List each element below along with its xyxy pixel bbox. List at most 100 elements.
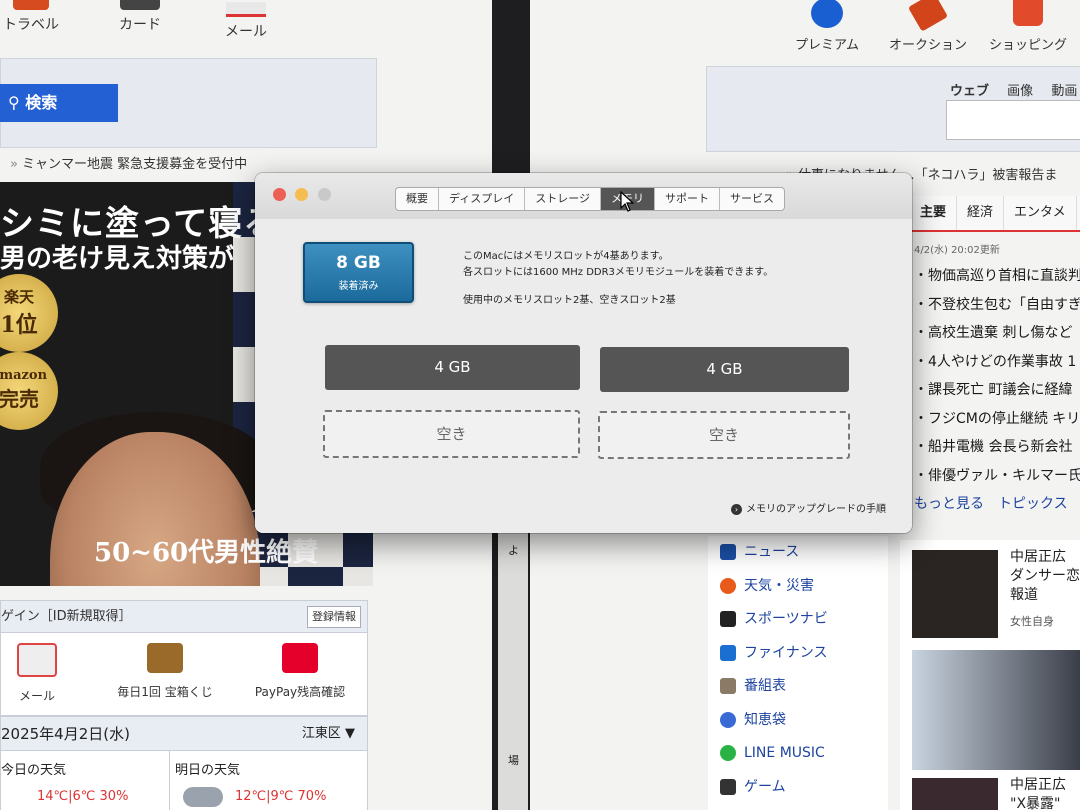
search-input[interactable] [946,100,1080,140]
premium-icon [811,0,843,28]
about-this-mac-window: 概要 ディスプレイ ストレージ メモリ サポート サービス 8 GB 装着済み … [255,173,912,533]
story-thumbnail[interactable] [912,650,1080,770]
about-tabs: 概要 ディスプレイ ストレージ メモリ サポート サービス [395,187,786,211]
service-finance[interactable]: ファイナンス [708,637,888,671]
service-news[interactable]: ニュース [708,536,888,570]
weather-icon [720,577,736,594]
search-tab-video[interactable]: 動画 [1051,84,1077,99]
memory-installed-badge: 8 GB 装着済み [303,242,414,303]
topic-item[interactable]: ・フジCMの停止継続 キリ [914,405,1080,434]
story-thumbnail[interactable] [912,778,998,810]
topic-item[interactable]: ・高校生遺棄 刺し傷など [914,319,1080,348]
ad-subheadline: 男の老け見え対策が [0,244,235,274]
topic-item[interactable]: ・不登校生包む「自由すぎ [914,291,1080,320]
rain-cloud-icon [183,787,223,807]
zoom-button[interactable] [318,188,331,201]
finance-icon [720,644,736,661]
background-window-edge: よ 場 [498,520,528,810]
service-list: ニュース 天気・災害 スポーツナビ ファイナンス 番組表 知恵袋 LINE MU… [708,536,888,810]
search-button[interactable]: ⚲ 検索 [0,84,118,122]
topics-tabs: 主要 経済 エンタメ [910,196,1080,232]
service-tv-guide[interactable]: 番組表 [708,670,888,704]
memory-status: 装着済み [338,281,379,292]
treasure-chest-icon [147,643,183,673]
tab-overview[interactable]: 概要 [396,188,439,210]
memory-slot-2: 4 GB [600,347,849,392]
more-topics-link[interactable]: もっと見る トピックス [914,490,1080,519]
arrow-right-circle-icon: › [731,503,742,515]
weather-panel[interactable]: 今日の天気 14℃|6℃ 30% 明日の天気 12℃|9℃ 70% [0,750,368,810]
svc-paypay[interactable]: PayPay残高確認 [247,643,353,700]
memory-size: 8 GB [336,253,381,273]
service-shortcuts: メール 毎日1回 宝箱くじ PayPay残高確認 [0,632,368,716]
story-title[interactable]: 中居正広 "X暴露" [1010,776,1066,810]
memory-upgrade-link[interactable]: › メモリのアップグレードの手順 [731,500,886,515]
mail-icon [17,643,57,677]
tab-storage[interactable]: ストレージ [525,188,602,210]
tv-guide-icon [720,678,736,694]
mouse-pointer-icon [620,191,635,212]
service-game[interactable]: ゲーム [708,771,888,805]
service-chiebukuro[interactable]: 知恵袋 [708,704,888,738]
ad-medal-rakuten: 楽天 1位 [0,274,58,352]
chevron-right-icon: » [10,157,18,172]
news-line[interactable]: » ミャンマー地震 緊急支援募金を受付中 [10,153,247,172]
story-title[interactable]: 中居正広 ダンサー恋 報道 [1010,548,1080,605]
topic-item[interactable]: ・俳優ヴァル・キルマー氏 [914,462,1080,491]
card-icon [120,0,160,10]
sports-icon [720,611,736,627]
search-type-tabs: ウェブ 画像 動画 [950,80,1080,99]
tab-main[interactable]: 主要 [910,196,958,230]
suitcase-icon [13,0,49,10]
info-slot-spec: 各スロットには1600 MHz DDR3メモリモジュールを装着できます。 [463,267,774,278]
svc-mail[interactable]: メール [15,643,59,704]
search-tab-image[interactable]: 画像 [1007,84,1033,99]
memory-slot-4: 空き [598,411,850,459]
service-weather[interactable]: 天気・災害 [708,570,888,604]
login-bar[interactable]: ゲイン［ID新規取得］ 登録情報 [0,600,368,634]
chiebukuro-icon [720,711,736,728]
svc-treasure[interactable]: 毎日1回 宝箱くじ [105,643,225,700]
auction-link[interactable]: オークション [886,0,970,53]
memory-slot-1: 4 GB [325,345,580,390]
topic-item[interactable]: ・4人やけどの作業事故 1 [914,348,1080,377]
ad-medal-amazon: amazon 完売 [0,352,58,430]
ad-bottom-text: 50~60代男性絶賛 [94,538,319,568]
register-info-button[interactable]: 登録情報 [307,606,361,628]
story-thumbnail[interactable] [912,550,998,638]
mail-icon [226,2,266,17]
shopping-link[interactable]: ショッピング [986,0,1070,53]
tab-support[interactable]: サポート [655,188,721,210]
paypay-icon [282,643,318,673]
mail-link[interactable]: メール [218,2,274,41]
auction-hammer-icon [908,0,948,32]
tab-economy[interactable]: 経済 [957,196,1005,230]
shopping-cart-icon [1013,0,1043,26]
search-icon: ⚲ [8,93,26,112]
memory-pane: 8 GB 装着済み このMacにはメモリスロットが4基あります。 各スロットには… [255,219,912,533]
premium-link[interactable]: プレミアム [792,0,862,53]
story-column: 中居正広 ダンサー恋 報道 女性自身 中居正広 "X暴露" [900,540,1080,810]
close-button[interactable] [273,188,286,201]
minimize-button[interactable] [295,188,308,201]
topic-item[interactable]: ・船井電機 会長ら新会社 [914,433,1080,462]
news-icon [720,544,736,560]
card-link[interactable]: カード [112,0,168,34]
service-line-music[interactable]: LINE MUSIC [708,737,888,771]
info-slot-usage: 使用中のメモリスロット2基、空きスロット2基 [463,295,676,306]
topic-item[interactable]: ・物価高巡り首相に直談判 [914,262,1080,291]
topic-list: 4/2(水) 20:02更新 ・物価高巡り首相に直談判 ・不登校生包む「自由すぎ… [914,240,1080,519]
service-sports[interactable]: スポーツナビ [708,603,888,637]
tab-entertainment[interactable]: エンタメ [1004,196,1077,230]
area-select[interactable]: 江東区 ▼ [302,717,355,751]
search-tab-web[interactable]: ウェブ [950,84,989,99]
line-music-icon [720,745,736,761]
topic-item[interactable]: ・課長死亡 町議会に経緯 [914,376,1080,405]
travel-link[interactable]: トラベル [0,0,62,34]
date-bar: 2025年4月2日(水) 江東区 ▼ [0,716,368,752]
info-slot-count: このMacにはメモリスロットが4基あります。 [463,251,669,262]
tab-service[interactable]: サービス [720,188,784,210]
tab-display[interactable]: ディスプレイ [439,188,526,210]
story-source: 女性自身 [1010,615,1054,628]
window-titlebar[interactable]: 概要 ディスプレイ ストレージ メモリ サポート サービス [255,173,912,220]
